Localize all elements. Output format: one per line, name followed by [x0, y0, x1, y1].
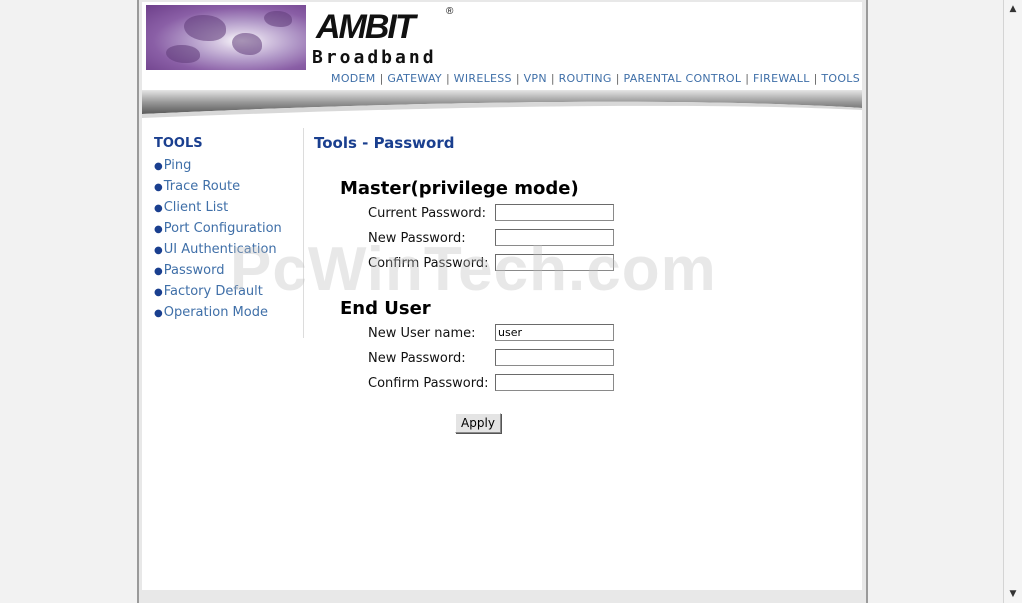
page-margin-left — [0, 0, 139, 603]
page-margin-right — [868, 0, 1003, 603]
bullet-icon: ● — [154, 182, 163, 193]
nav-firewall[interactable]: FIREWALL — [753, 72, 810, 85]
user-confirm-password-input[interactable] — [495, 374, 614, 391]
nav-separator: | — [745, 72, 749, 85]
nav-parental-control[interactable]: PARENTAL CONTROL — [623, 72, 741, 85]
apply-button[interactable]: Apply — [455, 413, 501, 433]
nav-separator: | — [445, 72, 450, 85]
sidebar-item-factory-default: ●Factory Default — [154, 281, 304, 302]
bullet-icon: ● — [154, 245, 163, 256]
logo-tagline: Broadband — [312, 47, 437, 68]
router-page: AMBIT ® Broadband MODEM | GATEWAY | WIRELESS… — [142, 2, 862, 590]
sidebar-title: TOOLS — [154, 136, 203, 151]
sidebar-link-port-configuration[interactable]: Port Configuration — [164, 221, 282, 236]
user-confirm-password-label: Confirm Password: — [368, 376, 489, 391]
bullet-icon: ● — [154, 266, 163, 277]
sidebar-link-operation-mode[interactable]: Operation Mode — [164, 305, 268, 320]
page-title: Tools - Password — [314, 134, 455, 152]
end-user-section-heading: End User — [340, 298, 431, 319]
master-confirm-password-label: Confirm Password: — [368, 256, 489, 271]
sidebar-link-ping[interactable]: Ping — [164, 158, 192, 173]
bullet-icon: ● — [154, 161, 163, 172]
sidebar-link-password[interactable]: Password — [164, 263, 225, 278]
nav-wireless[interactable]: WIRELESS — [454, 72, 512, 85]
nav-modem[interactable]: MODEM — [331, 72, 376, 85]
master-new-password-label: New Password: — [368, 231, 466, 246]
logo-brand-text: AMBIT — [316, 8, 416, 46]
current-password-label: Current Password: — [368, 206, 487, 221]
nav-tools[interactable]: TOOLS — [821, 72, 860, 85]
sidebar-item-trace-route: ●Trace Route — [154, 176, 304, 197]
sidebar-divider — [303, 128, 304, 338]
sidebar-item-ping: ●Ping — [154, 155, 304, 176]
new-user-name-label: New User name: — [368, 326, 476, 341]
bullet-icon: ● — [154, 224, 163, 235]
scroll-down-icon[interactable]: ▼ — [1006, 587, 1020, 601]
scroll-up-icon[interactable]: ▲ — [1006, 2, 1020, 16]
sidebar-link-trace-route[interactable]: Trace Route — [164, 179, 240, 194]
master-section-heading: Master(privilege mode) — [340, 178, 579, 199]
registered-mark: ® — [446, 6, 454, 17]
sidebar-link-client-list[interactable]: Client List — [164, 200, 229, 215]
sidebar-item-port-configuration: ●Port Configuration — [154, 218, 304, 239]
nav-gateway[interactable]: GATEWAY — [387, 72, 442, 85]
new-user-name-input[interactable] — [495, 324, 614, 341]
bullet-icon: ● — [154, 308, 163, 319]
sidebar-link-factory-default[interactable]: Factory Default — [164, 284, 263, 299]
bullet-icon: ● — [154, 203, 163, 214]
nav-separator: | — [813, 72, 818, 85]
header-swoosh-divider — [142, 90, 862, 118]
sidebar-link-ui-authentication[interactable]: UI Authentication — [164, 242, 277, 257]
user-new-password-input[interactable] — [495, 349, 614, 366]
ambit-logo: AMBIT ® Broadband — [312, 6, 462, 70]
bullet-icon: ● — [154, 287, 163, 298]
nav-separator: | — [615, 72, 620, 85]
nav-separator: | — [379, 72, 384, 85]
nav-separator: | — [515, 72, 520, 85]
sidebar-item-ui-authentication: ●UI Authentication — [154, 239, 304, 260]
master-confirm-password-input[interactable] — [495, 254, 614, 271]
tools-sidebar: TOOLS ●Ping ●Trace Route ●Client List ●P… — [154, 136, 304, 323]
user-new-password-label: New Password: — [368, 351, 466, 366]
current-password-input[interactable] — [495, 204, 614, 221]
nav-routing[interactable]: ROUTING — [559, 72, 612, 85]
master-new-password-input[interactable] — [495, 229, 614, 246]
nav-vpn[interactable]: VPN — [524, 72, 547, 85]
nav-separator: | — [550, 72, 555, 85]
sidebar-item-client-list: ●Client List — [154, 197, 304, 218]
top-navigation: MODEM | GATEWAY | WIRELESS | VPN | ROUTING | PAREN… — [142, 72, 860, 88]
sidebar-item-operation-mode: ●Operation Mode — [154, 302, 304, 323]
globe-banner-image — [146, 5, 306, 70]
sidebar-item-password: ●Password — [154, 260, 304, 281]
vertical-scrollbar[interactable]: ▲ ▼ — [1003, 0, 1022, 603]
